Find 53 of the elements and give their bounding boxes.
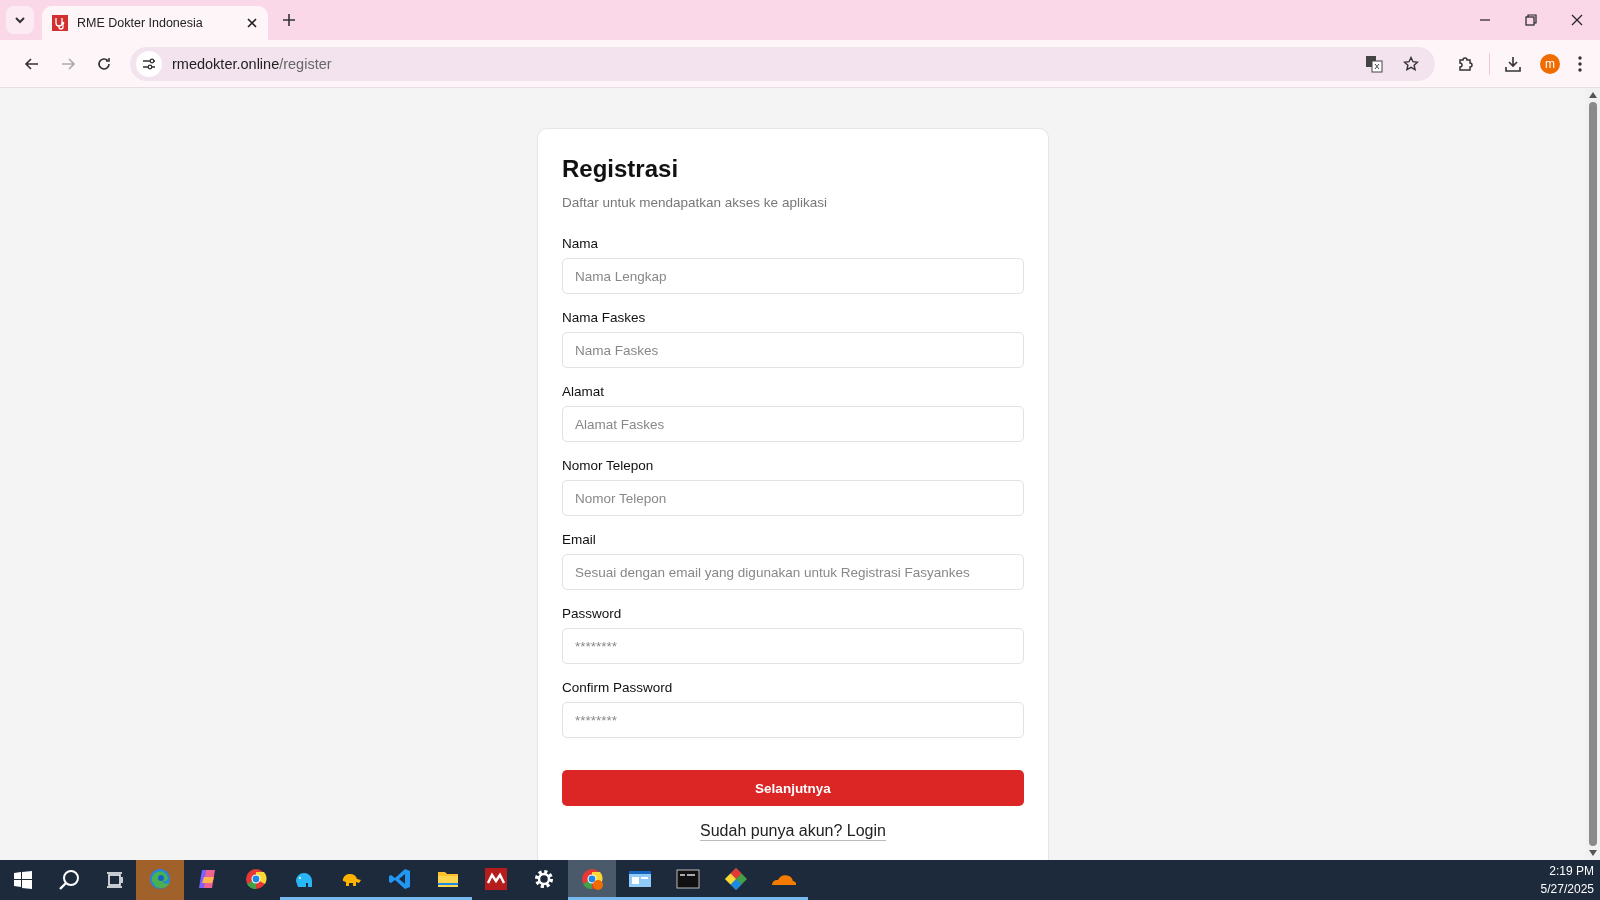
- form-subtitle: Daftar untuk mendapatkan akses ke aplikasi: [562, 195, 828, 210]
- field-label: Email: [562, 532, 597, 547]
- new-tab-icon[interactable]: [282, 13, 296, 27]
- input-field[interactable]: Nama Lengkap: [562, 258, 1024, 294]
- menu-icon[interactable]: [1578, 55, 1582, 72]
- windows-start-icon[interactable]: [14, 871, 32, 889]
- back-icon[interactable]: [24, 55, 40, 72]
- input-field[interactable]: Sesuai dengan email yang digunakan untuk Registrasi Fasyankes: [562, 554, 1024, 590]
- site-settings-icon[interactable]: [136, 50, 162, 77]
- diamond-icon: [724, 866, 748, 891]
- chrome-icon: [580, 866, 604, 891]
- address-bar[interactable]: rmedokter.online/register: [130, 46, 1435, 81]
- close-icon[interactable]: [1571, 14, 1583, 26]
- star-icon[interactable]: [1403, 55, 1419, 72]
- input-field[interactable]: Nomor Telepon: [562, 480, 1024, 516]
- search-icon[interactable]: [58, 869, 80, 891]
- login-link[interactable]: Sudah punya akun? Login: [700, 822, 886, 841]
- clock-time[interactable]: 2:19 PM: [1549, 862, 1594, 880]
- input-field[interactable]: Alamat Faskes: [562, 406, 1024, 442]
- input-field[interactable]: Nama Faskes: [562, 332, 1024, 368]
- url-text: rmedokter.online/register: [172, 55, 332, 72]
- terminal-icon: [676, 866, 700, 891]
- form-title: Registrasi: [562, 155, 680, 183]
- task-view-icon[interactable]: [106, 871, 124, 889]
- field-label: Nama: [562, 236, 599, 251]
- restore-icon[interactable]: [1525, 14, 1537, 26]
- stethoscope-icon: [52, 15, 68, 31]
- field-label: Nomor Telepon: [562, 458, 655, 473]
- chrome-icon: [244, 866, 268, 891]
- scroll-down-icon[interactable]: [1588, 850, 1597, 856]
- input-field[interactable]: ********: [562, 702, 1024, 738]
- field-label: Password: [562, 606, 623, 621]
- reload-icon[interactable]: [96, 55, 112, 72]
- tab-title: RME Dokter Indonesia: [77, 16, 204, 30]
- scroll-up-icon[interactable]: [1588, 92, 1597, 98]
- field-label: Nama Faskes: [562, 310, 647, 325]
- code-editor-icon: [388, 866, 412, 891]
- browser-tab[interactable]: RME Dokter Indonesia: [42, 6, 268, 40]
- field-label: Confirm Password: [562, 680, 674, 695]
- next-button[interactable]: Selanjutnya: [562, 770, 1024, 806]
- translate-icon[interactable]: [1365, 54, 1383, 73]
- download-icon[interactable]: [1504, 54, 1522, 73]
- cloud-icon: [772, 872, 796, 885]
- puzzle-icon[interactable]: [1457, 54, 1475, 73]
- scrollbar[interactable]: [1585, 88, 1600, 860]
- app-tile-icon: [484, 866, 508, 891]
- tab-list-button[interactable]: [6, 6, 34, 34]
- input-field[interactable]: ********: [562, 628, 1024, 664]
- close-icon[interactable]: [246, 17, 258, 29]
- chevron-down-icon: [14, 14, 26, 26]
- scrollbar-thumb[interactable]: [1588, 102, 1597, 846]
- field-label: Alamat: [562, 384, 606, 399]
- clock-date[interactable]: 5/27/2025: [1540, 880, 1594, 898]
